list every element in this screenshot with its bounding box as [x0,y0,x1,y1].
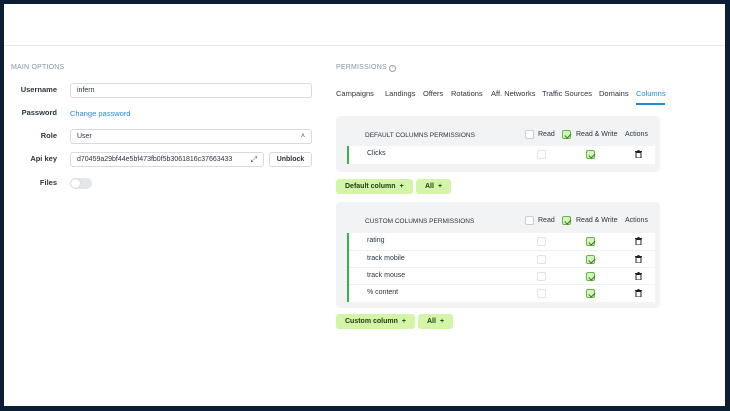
main-options-title: MAIN OPTIONS [11,64,65,71]
role-value: User [77,133,92,140]
table-row: Clicks [349,146,655,163]
read-checkbox[interactable] [537,237,546,246]
custom-read-header: Read [538,217,555,224]
tab-campaigns[interactable]: Campaigns [336,89,374,98]
read-checkbox[interactable] [537,255,546,264]
tab-aff-networks[interactable]: Aff. Networks [491,89,535,98]
read-checkbox[interactable] [537,289,546,298]
tab-columns[interactable]: Columns [636,89,666,98]
default-panel-title: DEFAULT COLUMNS PERMISSIONS [365,132,475,139]
read-write-checkbox[interactable] [586,255,595,264]
row-label: rating [367,237,385,244]
row-label: track mouse [367,272,406,279]
active-tab-underline [636,103,665,105]
table-row: % content [349,284,655,301]
read-write-checkbox[interactable] [586,150,595,159]
role-select[interactable]: User ˄ [70,129,312,144]
read-write-checkbox[interactable] [586,272,595,281]
username-label: Username [20,85,57,94]
default-readwrite-header: Read & Write [576,131,618,138]
trash-icon[interactable] [635,255,642,263]
expand-icon[interactable]: ⤢ [251,153,257,166]
table-row: track mouse [349,267,655,284]
plus-icon: + [437,183,443,190]
role-label: Role [40,131,57,140]
table-row: track mobile [349,250,655,267]
add-all-default-label: All [425,183,434,190]
default-read-all-checkbox[interactable] [525,130,534,139]
files-label: Files [39,178,57,187]
chevron-up-icon: ˄ [300,133,305,140]
tab-landings[interactable]: Landings [385,89,415,98]
username-input[interactable]: infern [70,83,312,98]
change-password-link[interactable]: Change password [70,109,130,118]
plus-icon: + [399,183,404,190]
password-label: Password [21,108,57,117]
apikey-label: Api key [30,154,57,163]
add-all-custom-label: All [427,318,436,325]
read-checkbox[interactable] [537,272,546,281]
default-read-header: Read [538,131,555,138]
default-columns-panel: DEFAULT COLUMNS PERMISSIONS Read Read & … [336,116,660,172]
tab-traffic-sources[interactable]: Traffic Sources [542,89,592,98]
default-actions-header: Actions [625,131,648,138]
custom-readwrite-header: Read & Write [576,217,618,224]
add-custom-column-label: Custom column [345,318,398,325]
top-bar [4,4,725,46]
help-icon[interactable]: ? [388,65,396,72]
add-default-column-label: Default column [345,183,396,190]
custom-panel-title: CUSTOM COLUMNS PERMISSIONS [365,218,475,225]
trash-icon[interactable] [635,272,642,280]
custom-read-all-checkbox[interactable] [525,216,534,225]
plus-icon: + [401,318,406,325]
custom-readwrite-all-checkbox[interactable] [562,216,571,225]
toggle-knob [71,179,80,188]
permissions-title-text: PERMISSIONS [336,64,387,71]
row-label: Clicks [367,150,386,157]
custom-rows: rating track mobile track mouse % conten… [347,233,655,302]
tab-rotations[interactable]: Rotations [451,89,483,98]
trash-icon[interactable] [635,150,642,158]
trash-icon[interactable] [635,289,642,297]
app-frame: MAIN OPTIONS Username infern Password Ch… [4,4,725,406]
table-row: rating [349,233,655,250]
add-custom-column-button[interactable]: Custom column + [336,314,415,329]
apikey-value: d70459a29bf44e5bf473fb0f5b3061816c376634… [77,156,233,163]
custom-actions-header: Actions [625,217,648,224]
add-default-column-button[interactable]: Default column + [336,179,413,194]
default-rows: Clicks [347,146,655,164]
permissions-title: PERMISSIONS? [336,64,396,72]
row-label: track mobile [367,255,405,262]
default-readwrite-all-checkbox[interactable] [562,130,571,139]
plus-icon: + [439,318,445,325]
read-write-checkbox[interactable] [586,289,595,298]
trash-icon[interactable] [635,237,642,245]
tab-offers[interactable]: Offers [423,89,443,98]
add-all-default-button[interactable]: All + [416,179,452,194]
add-all-custom-button[interactable]: All + [418,314,454,329]
unblock-button[interactable]: Unblock [269,152,312,167]
read-write-checkbox[interactable] [586,237,595,246]
row-label: % content [367,289,399,296]
read-checkbox[interactable] [537,150,546,159]
tab-domains[interactable]: Domains [599,89,629,98]
apikey-input[interactable]: d70459a29bf44e5bf473fb0f5b3061816c376634… [70,152,264,167]
files-toggle[interactable] [70,178,92,189]
custom-columns-panel: CUSTOM COLUMNS PERMISSIONS Read Read & W… [336,202,660,308]
